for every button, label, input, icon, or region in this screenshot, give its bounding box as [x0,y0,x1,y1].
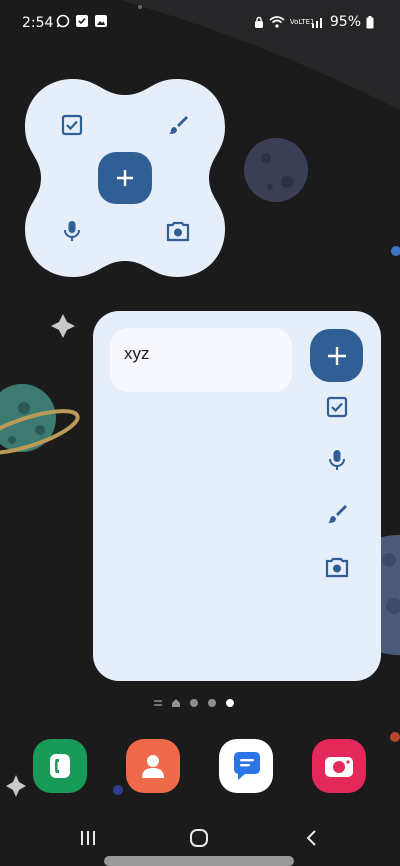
phone-icon [50,754,70,778]
status-time: 2:54 [22,15,54,31]
brush-icon [328,505,347,523]
page-dot [208,699,216,707]
whatsapp-icon [56,14,70,28]
new-note-button[interactable] [98,152,152,204]
battery-percent: 95% [329,14,361,30]
add-drawing-button[interactable] [322,499,352,529]
gallery-icon [95,15,107,27]
back-button[interactable] [292,822,332,854]
contacts-app[interactable] [126,739,180,793]
camera-app[interactable] [312,739,366,793]
note-card[interactable]: xyz [110,328,292,392]
sparkle-star [6,775,26,797]
voice-note-button[interactable] [322,445,352,475]
home-button[interactable] [179,822,219,854]
contacts-icon [142,755,164,778]
new-note-button[interactable] [310,329,363,382]
brush-icon [169,116,188,134]
add-checklist-button[interactable] [322,392,352,422]
task-check-icon [76,15,88,27]
recents-button[interactable] [68,822,108,854]
photo-note-button[interactable] [161,214,195,248]
mic-icon [64,221,80,241]
status-bar: 2:54 VoLTE1 95% [0,0,400,44]
home-page-icon [172,699,180,707]
menu-lines-icon [154,700,162,706]
camera-icon [325,557,349,578]
messages-app[interactable] [219,739,273,793]
add-checklist-button[interactable] [55,108,89,142]
checklist-icon [326,396,348,418]
sparkle-star [51,314,75,338]
back-icon [306,830,316,846]
gesture-handle[interactable] [104,856,294,866]
wifi-icon [269,16,285,28]
network-label: VoLTE1 [289,17,315,26]
moon-planet [244,138,308,202]
status-right: VoLTE1 95% [254,14,374,30]
add-drawing-button[interactable] [161,108,195,142]
lock-icon [254,16,263,28]
battery-icon [366,15,374,28]
page-dot-active [226,699,234,707]
page-dot [190,699,198,707]
checklist-icon [61,114,83,136]
photo-note-button[interactable] [322,552,352,582]
recents-icon [81,831,95,845]
home-icon [190,829,208,847]
keep-notes-widget: xyz [93,311,381,681]
note-text: xyz [124,344,150,363]
notification-icons [56,14,108,28]
messages-icon [234,752,260,780]
page-indicator[interactable] [154,697,234,709]
signal-icon [311,18,322,28]
mic-icon [329,450,345,470]
add-icon [117,170,133,186]
quick-notes-widget [23,77,227,279]
voice-note-button[interactable] [55,214,89,248]
camera-icon [166,221,190,242]
phone-app[interactable] [33,739,87,793]
add-icon [327,346,346,365]
camera-app-icon [325,757,353,777]
